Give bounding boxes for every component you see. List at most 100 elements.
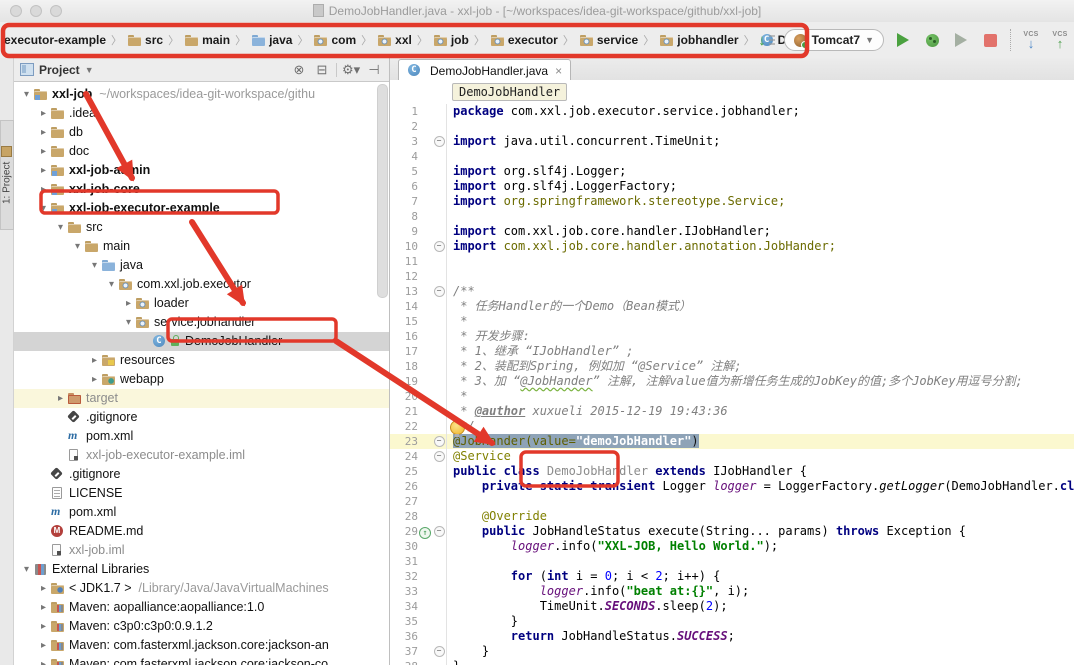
code-line[interactable]: 34 TimeUnit.SECONDS.sleep(2); [390, 599, 1074, 614]
fold-icon[interactable]: − [434, 136, 445, 147]
project-tool-window-tab[interactable]: 1: Project [0, 120, 14, 230]
fold-icon[interactable]: − [434, 451, 445, 462]
code-line[interactable]: 1package com.xxl.job.executor.service.jo… [390, 104, 1074, 119]
tree-item[interactable]: DemoJobHandler [14, 332, 389, 351]
code-line[interactable]: 6import org.slf4j.LoggerFactory; [390, 179, 1074, 194]
editor-tab[interactable]: DemoJobHandler.java × [398, 59, 571, 81]
code-line[interactable]: 15 * [390, 314, 1074, 329]
vcs-push-button[interactable]: VCS↑ [1050, 31, 1070, 50]
hide-panel-icon[interactable]: ⊣ [365, 62, 383, 78]
tree-item[interactable]: ▾External Libraries [14, 560, 389, 579]
tree-item[interactable]: ▸Maven: c3p0:c3p0:0.9.1.2 [14, 617, 389, 636]
intention-bulb-icon[interactable] [450, 420, 465, 435]
fold-icon[interactable]: − [434, 436, 445, 447]
tree-chevron-icon[interactable]: ▸ [37, 142, 50, 161]
tree-item[interactable]: ▸Maven: aopalliance:aopalliance:1.0 [14, 598, 389, 617]
tree-item[interactable]: ▸webapp [14, 370, 389, 389]
tree-item[interactable]: xxl-job.iml [14, 541, 389, 560]
code-line[interactable]: 26 private static transient Logger logge… [390, 479, 1074, 494]
tree-item[interactable]: ▾xxl-job~/workspaces/idea-git-workspace/… [14, 85, 389, 104]
run-button[interactable] [893, 30, 913, 50]
breadcrumb-item[interactable]: executor-example [2, 32, 108, 48]
tree-item[interactable]: LICENSE [14, 484, 389, 503]
code-line[interactable]: 24−@Service [390, 449, 1074, 464]
tree-chevron-icon[interactable]: ▸ [37, 104, 50, 123]
tree-item[interactable]: ▸resources [14, 351, 389, 370]
breadcrumb-item[interactable]: executor [488, 32, 560, 48]
tree-item[interactable]: ▸xxl-job-admin [14, 161, 389, 180]
tree-chevron-icon[interactable]: ▾ [105, 275, 118, 294]
breadcrumb-item[interactable]: main [182, 32, 232, 48]
breadcrumb-item[interactable]: jobhandler [657, 32, 740, 48]
debug-button[interactable] [922, 30, 942, 50]
tree-item[interactable]: ▸< JDK1.7 >/Library/Java/JavaVirtualMach… [14, 579, 389, 598]
tree-chevron-icon[interactable]: ▾ [54, 218, 67, 237]
code-line[interactable]: 19 * 3、加 “@JobHander” 注解, 注解value值为新增任务生… [390, 374, 1074, 389]
code-line[interactable]: 21 * @author xuxueli 2015-12-19 19:43:36 [390, 404, 1074, 419]
breadcrumb-item[interactable]: service [577, 32, 640, 48]
collapse-all-icon[interactable]: ⊟ [313, 62, 331, 78]
tree-chevron-icon[interactable]: ▸ [37, 180, 50, 199]
code-line[interactable]: 28 @Override [390, 509, 1074, 524]
tree-chevron-icon[interactable]: ▾ [122, 313, 135, 332]
code-line[interactable]: 25public class DemoJobHandler extends IJ… [390, 464, 1074, 479]
tree-item[interactable]: pom.xml [14, 427, 389, 446]
tree-item[interactable]: ▾main [14, 237, 389, 256]
tree-chevron-icon[interactable]: ▾ [88, 256, 101, 275]
tree-item[interactable]: ▾service.jobhandler [14, 313, 389, 332]
fold-icon[interactable]: − [434, 241, 445, 252]
code-line[interactable]: 27 [390, 494, 1074, 509]
breadcrumb-item[interactable]: src [125, 32, 165, 48]
code-line[interactable]: 29↑− public JobHandleStatus execute(Stri… [390, 524, 1074, 539]
tree-scrollbar-thumb[interactable] [377, 84, 388, 298]
code-line[interactable]: 9import com.xxl.job.core.handler.IJobHan… [390, 224, 1074, 239]
tree-item[interactable]: ▸db [14, 123, 389, 142]
run-configuration-select[interactable]: Tomcat7 ▼ [784, 29, 884, 51]
code-area[interactable]: DemoJobHandler 1package com.xxl.job.exec… [390, 80, 1074, 665]
code-line[interactable]: 13−/** [390, 284, 1074, 299]
code-line[interactable]: 4 [390, 149, 1074, 164]
breadcrumb-chip[interactable]: DemoJobHandler [452, 83, 567, 101]
tree-item[interactable]: ▾com.xxl.job.executor [14, 275, 389, 294]
code-line[interactable]: 14 * 任务Handler的一个Demo（Bean模式） [390, 299, 1074, 314]
tree-chevron-icon[interactable]: ▸ [37, 636, 50, 655]
breadcrumb-item[interactable]: java [249, 32, 294, 48]
tree-chevron-icon[interactable]: ▸ [37, 579, 50, 598]
stop-button[interactable] [980, 30, 1000, 50]
code-line[interactable]: 10−import com.xxl.job.core.handler.annot… [390, 239, 1074, 254]
code-line[interactable]: 17 * 1、继承 “IJobHandler” ; [390, 344, 1074, 359]
tree-item[interactable]: xxl-job-executor-example.iml [14, 446, 389, 465]
settings-gear-icon[interactable]: ⚙▾ [342, 62, 360, 78]
breadcrumb-item[interactable]: xxl [375, 32, 414, 48]
code-line[interactable]: 35 } [390, 614, 1074, 629]
code-line[interactable]: 20 * [390, 389, 1074, 404]
code-line[interactable]: 22 */ [390, 419, 1074, 434]
tree-chevron-icon[interactable]: ▾ [20, 85, 33, 104]
code-line[interactable]: 16 * 开发步骤: [390, 329, 1074, 344]
tree-item[interactable]: ▸.idea [14, 104, 389, 123]
breadcrumb-item[interactable]: job [431, 32, 471, 48]
fold-icon[interactable]: − [434, 646, 445, 657]
code-line[interactable]: 38} [390, 659, 1074, 665]
tree-chevron-icon[interactable]: ▸ [37, 161, 50, 180]
override-marker-icon[interactable]: ↑ [419, 527, 431, 539]
fold-icon[interactable]: − [434, 286, 445, 297]
tree-chevron-icon[interactable]: ▸ [54, 389, 67, 408]
code-line[interactable]: 12 [390, 269, 1074, 284]
tree-item[interactable]: ▸Maven: com.fasterxml.jackson.core:jacks… [14, 655, 389, 665]
green-down-arrow-icon[interactable]: ↓ [758, 33, 766, 48]
tree-item[interactable]: ▾src [14, 218, 389, 237]
code-line[interactable]: 32 for (int i = 0; i < 2; i++) { [390, 569, 1074, 584]
code-line[interactable]: 2 [390, 119, 1074, 134]
tree-chevron-icon[interactable]: ▸ [37, 123, 50, 142]
tree-chevron-icon[interactable]: ▸ [37, 655, 50, 665]
tree-item[interactable]: README.md [14, 522, 389, 541]
chevron-down-icon[interactable]: ▼ [85, 65, 94, 75]
code-line[interactable]: 36 return JobHandleStatus.SUCCESS; [390, 629, 1074, 644]
tree-item[interactable]: ▸doc [14, 142, 389, 161]
tree-chevron-icon[interactable]: ▸ [88, 370, 101, 389]
tree-chevron-icon[interactable]: ▸ [88, 351, 101, 370]
close-icon[interactable]: × [555, 64, 562, 78]
tree-chevron-icon[interactable]: ▾ [37, 199, 50, 218]
tree-chevron-icon[interactable]: ▾ [71, 237, 84, 256]
